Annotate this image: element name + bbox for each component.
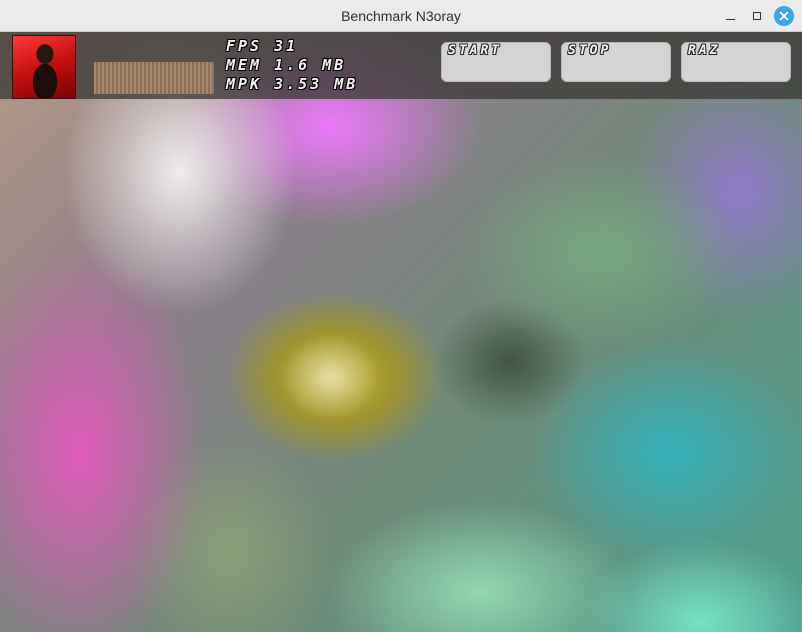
progress-meter <box>94 62 214 94</box>
maximize-button[interactable] <box>747 6 767 26</box>
mpk-readout: MPK 3.53 MB <box>226 75 359 93</box>
reset-button-label: RAZ <box>688 43 721 58</box>
close-button[interactable] <box>774 6 794 26</box>
minimize-button[interactable] <box>720 6 740 26</box>
stop-button[interactable]: STOP <box>561 42 671 82</box>
avatar-image <box>12 35 76 99</box>
title-bar[interactable]: Benchmark N3oray <box>0 0 802 32</box>
app-content: FPS 31 MEM 1.6 MB MPK 3.53 MB START STOP… <box>0 32 802 632</box>
close-icon <box>779 11 789 21</box>
start-button-label: START <box>448 43 503 58</box>
app-window: Benchmark N3oray FPS 31 MEM 1.6 MB MPK 3… <box>0 0 802 632</box>
start-button[interactable]: START <box>441 42 551 82</box>
window-title: Benchmark N3oray <box>341 8 461 24</box>
maximize-icon <box>753 12 761 20</box>
stats-panel: FPS 31 MEM 1.6 MB MPK 3.53 MB <box>226 37 436 94</box>
minimize-icon <box>725 18 735 21</box>
memory-readout: MEM 1.6 MB <box>226 56 347 74</box>
fps-readout: FPS 31 <box>226 37 299 55</box>
hud-toolbar: FPS 31 MEM 1.6 MB MPK 3.53 MB START STOP… <box>0 32 802 99</box>
reset-button[interactable]: RAZ <box>681 42 791 82</box>
stop-button-label: STOP <box>568 43 612 58</box>
render-viewport[interactable] <box>0 32 802 632</box>
